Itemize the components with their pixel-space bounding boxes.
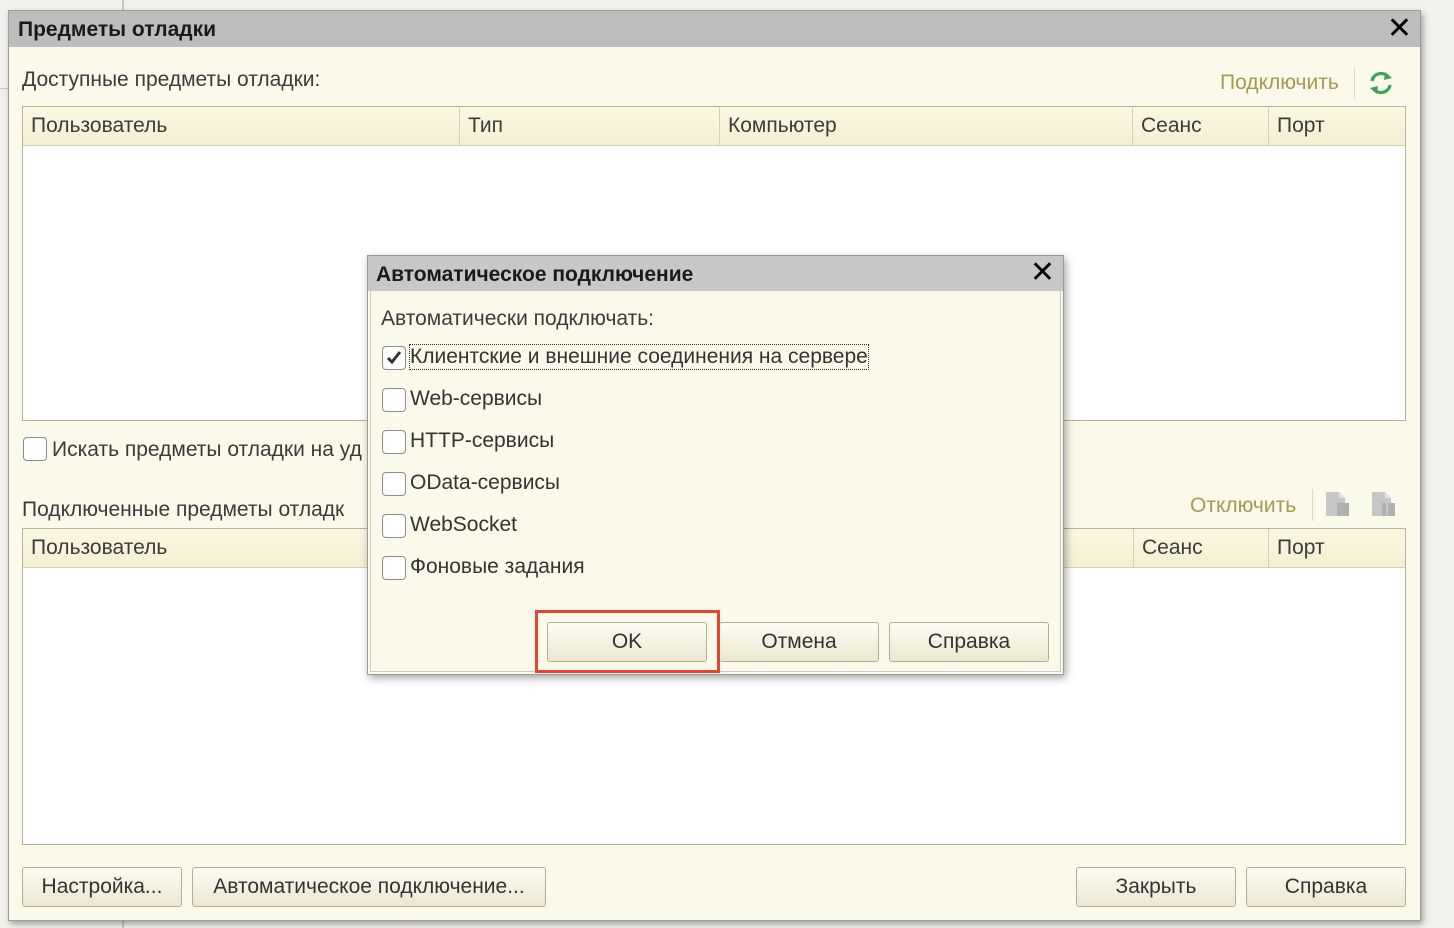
option-http-services-label[interactable]: HTTP-сервисы [410,429,554,453]
connected-items-label: Подключенные предметы отладк [22,498,345,521]
dialog-prompt: Автоматически подключать: [381,307,654,330]
auto-connect-button[interactable]: Автоматическое подключение... [192,867,546,907]
disconnect-link[interactable]: Отключить [1190,494,1296,518]
close-button[interactable]: Закрыть [1076,867,1236,907]
close-icon[interactable]: ✕ [1030,258,1055,288]
option-client-connections-label[interactable]: Клиентские и внешние соединения на серве… [409,344,869,370]
close-icon[interactable]: ✕ [1387,14,1412,44]
search-remote-label: Искать предметы отладки на уд [52,438,362,461]
document-list-icon[interactable] [1368,489,1398,519]
option-http-services-checkbox[interactable] [382,430,406,454]
document-icon[interactable] [1322,489,1352,519]
available-items-label: Доступные предметы отладки: [22,68,321,91]
window-titlebar: Предметы отладки ✕ [9,11,1420,47]
toolbar-separator [1312,489,1313,521]
option-websocket-label[interactable]: WebSocket [410,513,517,537]
dialog-titlebar: Автоматическое подключение ✕ [368,256,1063,291]
search-remote-checkbox[interactable] [23,437,47,461]
background-divider-h [0,88,8,89]
window-title: Предметы отладки [18,18,217,41]
column-header-session[interactable]: Сеанс [1133,529,1269,568]
option-odata-services-label[interactable]: OData-сервисы [410,471,560,495]
checkmark-icon [386,351,402,365]
toolbar-separator [1354,67,1355,99]
column-header-user[interactable]: Пользователь [23,107,460,146]
connect-link[interactable]: Подключить [1220,71,1339,95]
column-header-type[interactable]: Тип [460,107,720,146]
column-header-computer[interactable]: Компьютер [720,107,1133,146]
option-background-jobs-checkbox[interactable] [382,556,406,580]
option-web-services-checkbox[interactable] [382,388,406,412]
dialog-help-button[interactable]: Справка [889,622,1049,662]
option-client-connections-checkbox[interactable] [382,346,406,370]
column-header-port[interactable]: Порт [1269,529,1405,568]
help-button[interactable]: Справка [1246,867,1406,907]
column-header-port[interactable]: Порт [1269,107,1405,146]
settings-button[interactable]: Настройка... [22,867,182,907]
cancel-button[interactable]: Отмена [719,622,879,662]
dialog-title: Автоматическое подключение [376,263,694,286]
ok-button[interactable]: OK [547,622,707,662]
option-odata-services-checkbox[interactable] [382,472,406,496]
auto-connect-dialog: Автоматическое подключение ✕ Автоматичес… [367,255,1064,675]
option-web-services-label[interactable]: Web-сервисы [410,387,542,411]
option-background-jobs-label[interactable]: Фоновые задания [410,555,585,579]
option-websocket-checkbox[interactable] [382,514,406,538]
refresh-icon[interactable] [1366,68,1396,98]
table-header: Пользователь Тип Компьютер Сеанс Порт [23,107,1405,146]
column-header-session[interactable]: Сеанс [1133,107,1269,146]
